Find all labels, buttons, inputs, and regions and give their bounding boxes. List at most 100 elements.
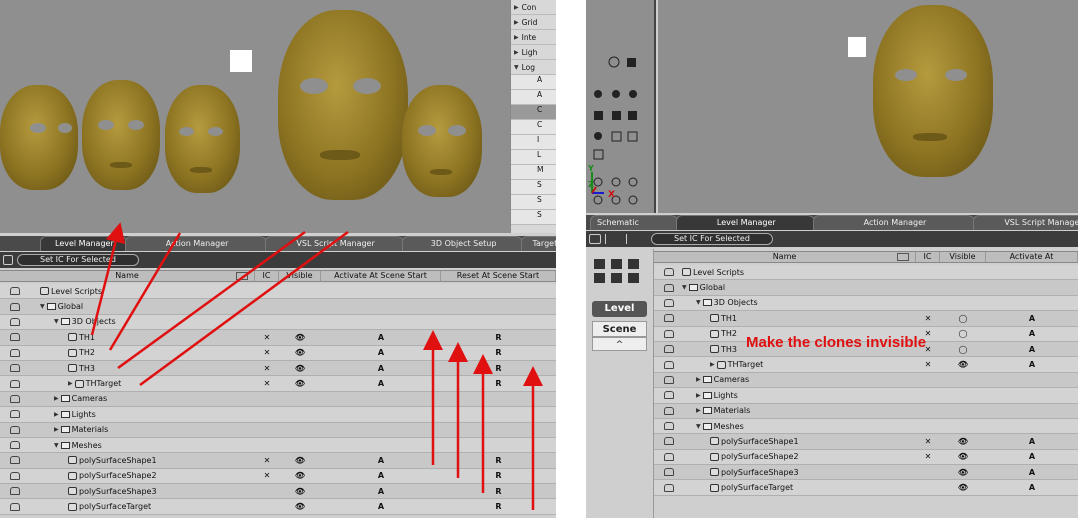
collapse-button[interactable]: ^ — [592, 337, 647, 351]
hierarchy-icon[interactable] — [605, 234, 627, 244]
activate-cell[interactable]: A — [986, 452, 1078, 461]
hierarchy-row[interactable]: ▶ Lights — [0, 407, 556, 423]
ic-cell[interactable]: ✕ — [255, 348, 279, 357]
ic-cell[interactable]: ✕ — [916, 360, 940, 369]
lock-icon[interactable] — [10, 456, 20, 465]
triangle-down-icon[interactable]: ▼ — [682, 284, 687, 291]
activate-cell[interactable]: A — [321, 456, 441, 465]
hierarchy-row[interactable]: Level Scripts — [654, 265, 1078, 281]
sidebar-tool-icon[interactable] — [611, 259, 622, 269]
visible-cell[interactable]: 👁 — [940, 452, 986, 461]
lock-icon[interactable] — [10, 302, 20, 311]
hierarchy-row[interactable]: polySurfaceShape3 👁 A R — [0, 484, 556, 500]
triangle-right-icon[interactable]: ▶ — [54, 426, 59, 433]
lock-icon[interactable] — [10, 348, 20, 357]
hierarchy-row[interactable]: ▼ 3D Objects — [0, 314, 556, 331]
viewport-3d[interactable] — [0, 0, 510, 233]
ic-cell[interactable]: ✕ — [255, 364, 279, 373]
lock-icon[interactable] — [10, 394, 20, 403]
row-label[interactable]: ▼ Meshes — [696, 422, 744, 431]
visible-cell[interactable]: ◯ — [940, 329, 986, 338]
menu-item[interactable]: ▶ Con — [511, 0, 556, 15]
row-label[interactable]: ▼ 3D Objects — [696, 298, 758, 307]
column-header-name[interactable]: Name — [654, 252, 916, 262]
column-header-reset[interactable]: Reset At Scene Start — [441, 271, 556, 281]
level-button[interactable]: Level — [592, 301, 647, 317]
row-label[interactable]: Level Scripts — [682, 268, 744, 277]
hierarchy-row[interactable]: ▶ Cameras — [654, 372, 1078, 389]
reset-cell[interactable]: R — [441, 487, 556, 496]
hierarchy-row[interactable]: polySurfaceTarget 👁 A — [654, 480, 1078, 496]
ic-cell[interactable]: ✕ — [255, 471, 279, 480]
tab-vsl-script-manager[interactable]: VSL Script Manager — [265, 236, 406, 251]
column-header-activate[interactable]: Activate At Scene Start — [321, 271, 441, 281]
visible-cell[interactable]: 👁 — [279, 487, 321, 496]
row-label[interactable]: ▼ Global — [40, 302, 83, 311]
reset-cell[interactable]: R — [441, 456, 556, 465]
column-header-ic[interactable]: IC — [916, 252, 940, 262]
row-label[interactable]: ▶ THTarget — [710, 360, 763, 369]
column-options-icon[interactable] — [897, 253, 909, 261]
triangle-right-icon[interactable]: ▶ — [54, 411, 59, 418]
hierarchy-row[interactable]: polySurfaceShape3 👁 A — [654, 465, 1078, 481]
hierarchy-row[interactable]: TH1 ✕ ◯ A — [654, 311, 1078, 327]
activate-cell[interactable]: A — [321, 487, 441, 496]
row-label[interactable]: ▶ Materials — [54, 425, 108, 434]
triangle-down-icon[interactable]: ▼ — [54, 442, 59, 449]
lock-icon[interactable] — [664, 375, 674, 384]
lock-icon[interactable] — [664, 314, 674, 323]
tab-vsl-script-manager[interactable]: VSL Script Manager — [973, 215, 1078, 230]
row-label[interactable]: TH3 — [710, 345, 737, 354]
triangle-down-icon[interactable]: ▼ — [696, 423, 701, 430]
activate-cell[interactable]: A — [321, 364, 441, 373]
lock-icon[interactable] — [664, 360, 674, 369]
menu-item[interactable]: ▶ Grid — [511, 15, 556, 30]
triangle-right-icon[interactable]: ▶ — [696, 376, 701, 383]
tab-level-manager[interactable]: Level Manager — [675, 215, 817, 230]
visible-cell[interactable]: 👁 — [940, 468, 986, 477]
tab-schematic[interactable]: Schematic — [590, 215, 680, 230]
activate-cell[interactable]: A — [986, 360, 1078, 369]
column-header-visible[interactable]: Visible — [940, 252, 986, 262]
sidebar-tool-icon[interactable] — [611, 273, 622, 283]
lock-icon[interactable] — [664, 468, 674, 477]
row-label[interactable]: ▶ Materials — [696, 406, 750, 415]
lock-icon[interactable] — [10, 410, 20, 419]
set-ic-button[interactable]: Set IC For Selected — [17, 254, 139, 266]
reset-cell[interactable]: R — [441, 502, 556, 511]
menu-item[interactable]: ▶ Inte — [511, 30, 556, 45]
menu-subitem[interactable]: I — [511, 135, 556, 150]
lock-icon[interactable] — [10, 471, 20, 480]
lock-icon[interactable] — [10, 487, 20, 496]
activate-cell[interactable]: A — [986, 483, 1078, 492]
lock-icon[interactable] — [664, 452, 674, 461]
activate-cell[interactable]: A — [321, 348, 441, 357]
hierarchy-row[interactable]: TH1 ✕ 👁 A R — [0, 330, 556, 346]
hierarchy-row[interactable]: ▶ THTarget ✕ 👁 A R — [0, 376, 556, 392]
sidebar-tool-icon[interactable] — [594, 273, 605, 283]
row-label[interactable]: polySurfaceShape3 — [68, 487, 157, 496]
visible-cell[interactable]: 👁 — [940, 360, 986, 369]
sidebar-tool-icon[interactable] — [628, 259, 639, 269]
hierarchy-row[interactable]: ▼ Global — [654, 280, 1078, 296]
lock-icon[interactable] — [10, 287, 20, 296]
lock-icon[interactable] — [664, 422, 674, 431]
set-ic-button[interactable]: Set IC For Selected — [651, 233, 773, 245]
viewport-3d[interactable] — [658, 0, 1078, 213]
row-label[interactable]: polySurfaceTarget — [68, 502, 151, 511]
row-label[interactable]: ▼ Meshes — [54, 441, 102, 450]
visible-cell[interactable]: ◯ — [940, 345, 986, 354]
visible-cell[interactable]: 👁 — [940, 483, 986, 492]
row-label[interactable]: TH2 — [68, 348, 95, 357]
activate-cell[interactable]: A — [986, 314, 1078, 323]
lock-icon[interactable] — [10, 333, 20, 342]
row-label[interactable]: polySurfaceTarget — [710, 483, 793, 492]
activate-cell[interactable]: A — [321, 379, 441, 388]
ic-cell[interactable]: ✕ — [255, 333, 279, 342]
lock-icon[interactable] — [664, 406, 674, 415]
row-label[interactable]: ▶ Lights — [696, 391, 738, 400]
menu-subitem[interactable]: S — [511, 180, 556, 195]
hierarchy-row[interactable]: ▶ Lights — [654, 388, 1078, 404]
hierarchy-row[interactable]: ▶ Materials — [654, 403, 1078, 419]
visible-cell[interactable]: 👁 — [279, 471, 321, 480]
